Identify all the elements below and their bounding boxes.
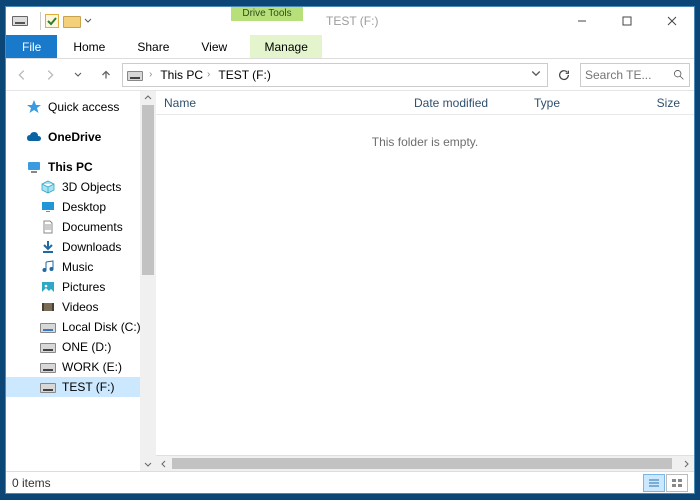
nav-local-disk-c[interactable]: Local Disk (C:) [6, 317, 156, 337]
nav-downloads[interactable]: Downloads [6, 237, 156, 257]
tab-file[interactable]: File [6, 35, 57, 58]
drive-icon [40, 339, 56, 355]
tab-view[interactable]: View [185, 35, 243, 58]
close-button[interactable] [649, 7, 694, 35]
drive-icon [40, 379, 56, 395]
ribbon-tabs: File Home Share View Manage [6, 35, 694, 59]
col-date[interactable]: Date modified [406, 96, 526, 110]
music-icon [40, 259, 56, 275]
nav-forward-button[interactable] [38, 63, 62, 87]
nav-onedrive[interactable]: OneDrive [6, 127, 156, 147]
search-input[interactable] [585, 68, 672, 82]
col-name[interactable]: Name [156, 96, 406, 110]
titlebar: Drive Tools TEST (F:) [6, 7, 694, 35]
view-details-button[interactable] [643, 474, 665, 492]
drive-icon [40, 319, 56, 335]
nav-label: WORK (E:) [62, 360, 122, 374]
scroll-down-icon[interactable] [140, 457, 156, 471]
qat-properties-icon[interactable] [45, 14, 59, 28]
nav-label: Desktop [62, 200, 106, 214]
column-headers: Name Date modified Type Size [156, 91, 694, 115]
empty-folder-message: This folder is empty. [156, 135, 694, 149]
search-icon [672, 68, 685, 81]
scroll-right-icon[interactable] [678, 456, 694, 472]
nav-label: This PC [48, 160, 93, 174]
drive-icon [125, 70, 145, 80]
scroll-left-icon[interactable] [156, 456, 172, 472]
nav-3d-objects[interactable]: 3D Objects [6, 177, 156, 197]
nav-drive-d[interactable]: ONE (D:) [6, 337, 156, 357]
cloud-icon [26, 129, 42, 145]
nav-documents[interactable]: Documents [6, 217, 156, 237]
nav-pictures[interactable]: Pictures [6, 277, 156, 297]
nav-drive-f[interactable]: TEST (F:) [6, 377, 156, 397]
view-large-icons-button[interactable] [666, 474, 688, 492]
status-bar: 0 items [6, 471, 694, 493]
minimize-button[interactable] [559, 7, 604, 35]
nav-label: Local Disk (C:) [62, 320, 141, 334]
nav-videos[interactable]: Videos [6, 297, 156, 317]
videos-icon [40, 299, 56, 315]
quick-access-toolbar [34, 7, 99, 35]
nav-label: ONE (D:) [62, 340, 111, 354]
nav-label: 3D Objects [62, 180, 121, 194]
breadcrumb-root[interactable]: › [145, 64, 156, 86]
contextual-tab-header: Drive Tools [231, 7, 303, 21]
drive-icon [40, 359, 56, 375]
nav-label: Pictures [62, 280, 105, 294]
breadcrumb-thispc[interactable]: This PC› [156, 64, 214, 86]
address-row: › This PC› TEST (F:) [6, 59, 694, 91]
scroll-up-icon[interactable] [140, 91, 156, 105]
nav-label: Downloads [62, 240, 121, 254]
scroll-thumb[interactable] [172, 458, 672, 469]
window-title: TEST (F:) [326, 7, 378, 35]
nav-quick-access[interactable]: Quick access [6, 97, 156, 117]
qat-newfolder-icon[interactable] [63, 15, 79, 28]
nav-label: Quick access [48, 100, 119, 114]
pc-icon [26, 159, 42, 175]
col-size[interactable]: Size [616, 96, 694, 110]
pictures-icon [40, 279, 56, 295]
nav-desktop[interactable]: Desktop [6, 197, 156, 217]
breadcrumb-location[interactable]: TEST (F:) [214, 64, 274, 86]
nav-up-button[interactable] [94, 63, 118, 87]
desktop-icon [40, 199, 56, 215]
nav-this-pc[interactable]: This PC [6, 157, 156, 177]
download-icon [40, 239, 56, 255]
horizontal-scrollbar[interactable] [156, 455, 694, 471]
search-box[interactable] [580, 63, 690, 87]
nav-scrollbar[interactable] [140, 91, 156, 471]
nav-label: Music [62, 260, 93, 274]
file-explorer-window: Drive Tools TEST (F:) File Home Share Vi… [5, 6, 695, 494]
nav-drive-e[interactable]: WORK (E:) [6, 357, 156, 377]
tab-home[interactable]: Home [57, 35, 121, 58]
col-type[interactable]: Type [526, 96, 616, 110]
nav-pane: Quick access OneDrive This PC 3D Objects… [6, 91, 156, 471]
nav-recent-button[interactable] [66, 63, 90, 87]
nav-label: Documents [62, 220, 123, 234]
nav-back-button[interactable] [10, 63, 34, 87]
nav-label: OneDrive [48, 130, 101, 144]
window-icon [6, 7, 34, 35]
tab-manage[interactable]: Manage [250, 35, 322, 58]
star-icon [26, 99, 42, 115]
nav-music[interactable]: Music [6, 257, 156, 277]
address-bar[interactable]: › This PC› TEST (F:) [122, 63, 548, 87]
document-icon [40, 219, 56, 235]
chevron-down-icon[interactable] [531, 68, 541, 82]
tab-share[interactable]: Share [121, 35, 185, 58]
maximize-button[interactable] [604, 7, 649, 35]
content-pane: Name Date modified Type Size This folder… [156, 91, 694, 471]
nav-label: Videos [62, 300, 98, 314]
refresh-button[interactable] [552, 63, 576, 87]
status-item-count: 0 items [12, 476, 51, 490]
qat-customize-icon[interactable] [83, 17, 93, 25]
nav-label: TEST (F:) [62, 380, 114, 394]
cube-icon [40, 179, 56, 195]
scroll-thumb[interactable] [142, 105, 154, 275]
